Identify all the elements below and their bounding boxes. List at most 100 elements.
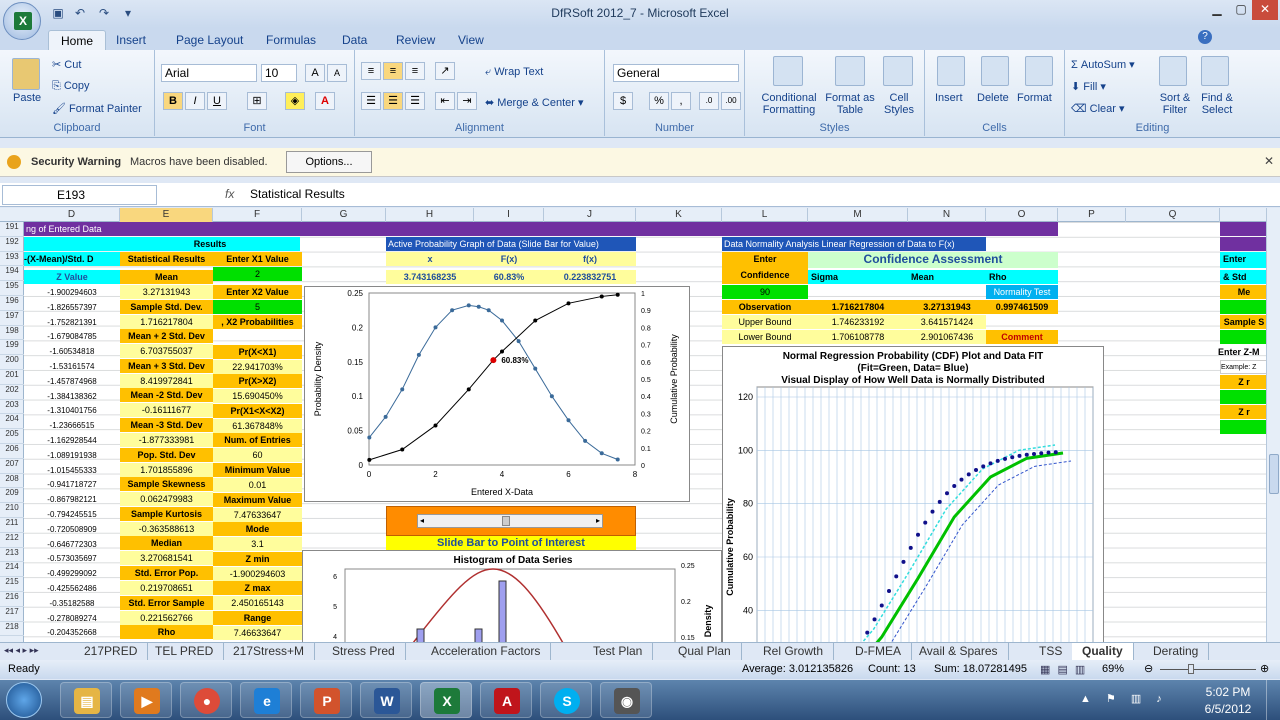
- find-select-button[interactable]: Find & Select: [1197, 92, 1237, 116]
- z-value-cell[interactable]: -1.53161574: [24, 360, 120, 374]
- row-header[interactable]: 191: [0, 222, 24, 237]
- stat-label[interactable]: Std. Error Pop.: [120, 566, 213, 580]
- column-header[interactable]: Q: [1126, 208, 1220, 222]
- sheet-tab[interactable]: Test Plan: [583, 643, 654, 660]
- slider-track[interactable]: ◂ ▸: [417, 514, 603, 528]
- z-value-cell[interactable]: -0.425562486: [24, 582, 120, 596]
- excel-taskbar-icon[interactable]: X: [420, 682, 472, 718]
- vertical-scrollbar[interactable]: [1266, 208, 1280, 642]
- stat-label[interactable]: Sample Kurtosis: [120, 506, 213, 521]
- row-header[interactable]: 205: [0, 429, 24, 444]
- explorer-taskbar-icon[interactable]: ▤: [60, 682, 112, 718]
- media-player-taskbar-icon[interactable]: ▶: [120, 682, 172, 718]
- stat-value[interactable]: 6.703755037: [120, 344, 213, 359]
- tray-icons[interactable]: ▲ ⚑ ▥ ♪: [1080, 692, 1168, 705]
- z-value-cell[interactable]: -1.015455333: [24, 464, 120, 478]
- sort-filter-button[interactable]: Sort & Filter: [1153, 92, 1197, 116]
- stat-label[interactable]: Statistical Results: [120, 252, 213, 266]
- save-icon[interactable]: ▣: [50, 5, 66, 21]
- increase-decimal-button[interactable]: .0: [699, 92, 719, 110]
- lower-bound-label[interactable]: Lower Bound: [722, 330, 808, 344]
- insert-cells-icon[interactable]: [937, 56, 965, 86]
- row-header[interactable]: 208: [0, 474, 24, 489]
- column-header[interactable]: O: [986, 208, 1058, 222]
- z-value-cell[interactable]: -0.867982121: [24, 493, 120, 507]
- currency-button[interactable]: $: [613, 92, 633, 110]
- sheet-tab[interactable]: TEL PRED: [145, 643, 225, 660]
- undo-icon[interactable]: ↶: [72, 5, 88, 21]
- sheet-tab[interactable]: Rel Growth: [753, 643, 835, 660]
- percent-button[interactable]: %: [649, 92, 669, 110]
- z-value-cell[interactable]: -1.60534818: [24, 345, 120, 359]
- upper-bound-sigma[interactable]: 1.746233192: [808, 315, 908, 329]
- z-value-cell[interactable]: -0.35182588: [24, 597, 120, 611]
- right-green-4[interactable]: [1220, 420, 1268, 434]
- row-header[interactable]: 217: [0, 607, 24, 622]
- f-label[interactable]: Range: [213, 611, 302, 625]
- bold-button[interactable]: B: [163, 92, 183, 110]
- row-header[interactable]: 201: [0, 370, 24, 385]
- row-header[interactable]: 193: [0, 252, 24, 267]
- lower-bound-sigma[interactable]: 1.706108778: [808, 330, 908, 344]
- z-value-cell[interactable]: -0.941718727: [24, 478, 120, 492]
- stat-label[interactable]: Mean: [120, 270, 213, 284]
- zoom-level[interactable]: 69%: [1102, 663, 1124, 675]
- comma-button[interactable]: ,: [671, 92, 691, 110]
- zoom-in-icon[interactable]: ⊕: [1260, 662, 1269, 675]
- slider-thumb[interactable]: [502, 516, 510, 526]
- right-sample[interactable]: Sample S: [1220, 315, 1268, 329]
- row-header[interactable]: 210: [0, 503, 24, 518]
- f-value[interactable]: 0.01: [213, 478, 302, 492]
- stat-value[interactable]: 0.219708651: [120, 581, 213, 595]
- column-header[interactable]: M: [808, 208, 908, 222]
- row-header[interactable]: 216: [0, 592, 24, 607]
- maximize-button[interactable]: ▢: [1228, 0, 1254, 20]
- banner-cell-right[interactable]: [1220, 222, 1268, 236]
- function-icon[interactable]: fx: [225, 187, 234, 201]
- f-value[interactable]: 3.1: [213, 537, 302, 552]
- format-cells-icon[interactable]: [1025, 56, 1053, 86]
- f-label[interactable]: Pr(X1<X<X2): [213, 403, 302, 418]
- f-label[interactable]: Z max: [213, 581, 302, 596]
- row-header[interactable]: 199: [0, 340, 24, 356]
- fx-value[interactable]: 0.223832751: [544, 270, 636, 284]
- column-header[interactable]: P: [1058, 208, 1126, 222]
- stat-value[interactable]: 1.716217804: [120, 314, 213, 329]
- observation-label[interactable]: Observation: [722, 300, 808, 314]
- column-header[interactable]: I: [474, 208, 544, 222]
- conditional-format-icon[interactable]: [773, 56, 803, 86]
- stat-label[interactable]: Sample Std. Dev.: [120, 299, 213, 314]
- z-value-cell[interactable]: -0.646772303: [24, 538, 120, 552]
- font-name-combo[interactable]: Arial: [161, 64, 257, 82]
- sheet-tab[interactable]: TSS: [1029, 643, 1074, 660]
- z-value-cell[interactable]: -1.23666515: [24, 419, 120, 433]
- wrap-text-button[interactable]: ⤶ Wrap Text: [485, 66, 543, 79]
- stat-label[interactable]: Rho: [120, 625, 213, 640]
- column-header[interactable]: K: [636, 208, 722, 222]
- acrobat-taskbar-icon[interactable]: A: [480, 682, 532, 718]
- f-label[interactable]: , X2 Probabilities: [213, 315, 302, 329]
- decrease-indent-button[interactable]: ⇤: [435, 92, 455, 110]
- tab-data[interactable]: Data: [330, 30, 379, 50]
- stat-label[interactable]: Std. Error Sample: [120, 595, 213, 610]
- z-value-cell[interactable]: -0.278089274: [24, 612, 120, 626]
- f-value[interactable]: 2: [213, 267, 302, 281]
- stat-label[interactable]: Median: [120, 536, 213, 551]
- stat-value[interactable]: 0.062479983: [120, 492, 213, 507]
- stat-value[interactable]: 1.701855896: [120, 462, 213, 477]
- row-header[interactable]: 196: [0, 296, 24, 311]
- increase-indent-button[interactable]: ⇥: [457, 92, 477, 110]
- format-table-icon[interactable]: [835, 56, 865, 86]
- right-std[interactable]: & Std: [1220, 270, 1268, 284]
- right-green-3[interactable]: [1220, 390, 1268, 404]
- redo-icon[interactable]: ↷: [96, 5, 112, 21]
- decrease-decimal-button[interactable]: .00: [721, 92, 741, 110]
- sheet-tab[interactable]: Acceleration Factors: [421, 643, 552, 660]
- column-header[interactable]: E: [120, 208, 213, 222]
- tab-view[interactable]: View: [446, 30, 496, 50]
- fx-cap-header[interactable]: F(x): [474, 252, 544, 266]
- row-header[interactable]: 215: [0, 577, 24, 592]
- row-header[interactable]: 202: [0, 385, 24, 400]
- tab-scroll-arrows-icon[interactable]: ◂◂ ◂ ▸ ▸▸: [4, 645, 39, 656]
- sheet-tab[interactable]: Derating: [1143, 643, 1210, 660]
